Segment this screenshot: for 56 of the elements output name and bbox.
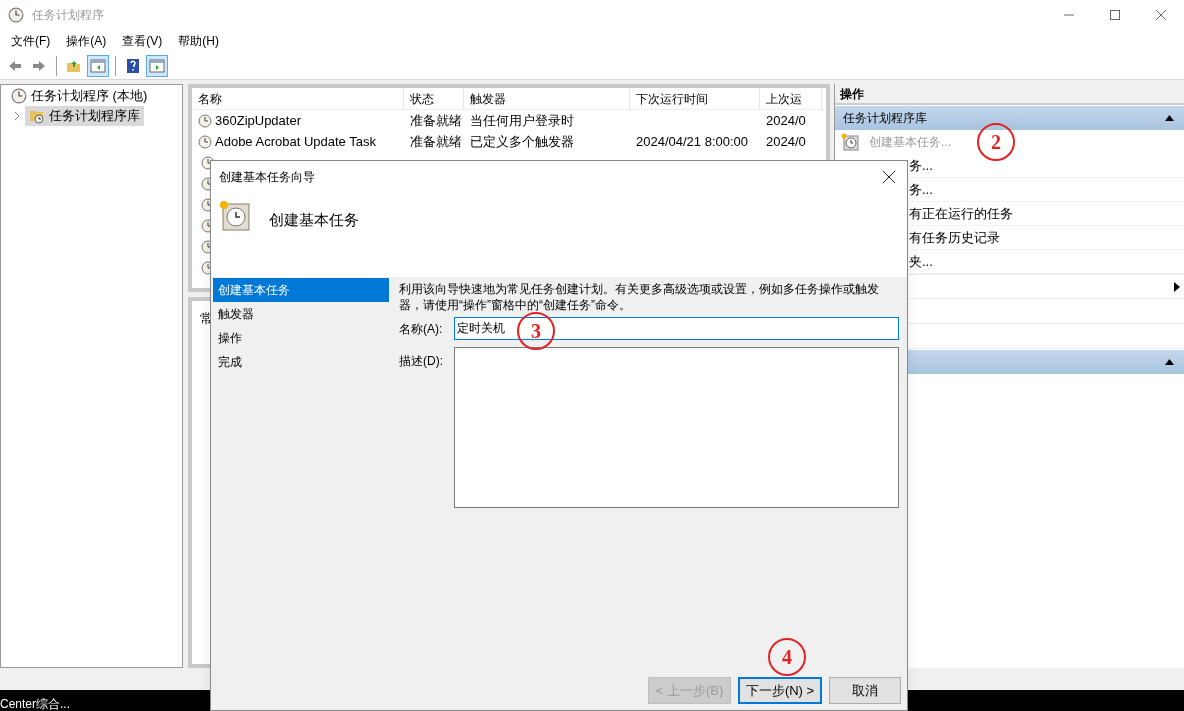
task-clock-icon: [198, 134, 212, 149]
task-wizard-icon: [219, 200, 251, 232]
column-header[interactable]: 名称: [192, 88, 404, 110]
table-cell-text: 准备就绪: [409, 111, 463, 130]
section-title: 任务计划程序库: [843, 110, 927, 127]
tree-item[interactable]: 任务计划程序 (本地): [7, 86, 152, 106]
close-icon: [883, 170, 895, 183]
menu-item[interactable]: 操作(A): [58, 32, 115, 50]
window-title: 任务计划程序: [32, 7, 104, 24]
table-cell-text: 准备就绪: [409, 132, 463, 151]
tree-label: 任务计划程序 (本地): [31, 87, 148, 106]
table-cell-text: 当任何用户登录时: [469, 111, 575, 130]
table-cell-text: 已定义多个触发器: [469, 132, 575, 151]
intro-text: 利用该向导快速地为常见任务创建计划。有关更多高级选项或设置，例如多任务操作或触发器，请使用“操作”窗格中的“创建任务”命令。: [399, 281, 880, 313]
name-label: 名称(A):: [399, 320, 444, 338]
wizard-step[interactable]: 完成: [213, 350, 389, 374]
wizard-step[interactable]: 操作: [213, 326, 389, 350]
table-cell-text: 2024/0: [765, 132, 807, 151]
tree-item[interactable]: 任务计划程序库: [25, 106, 144, 126]
clock-icon: [11, 88, 27, 104]
collapse-icon: [1165, 359, 1174, 365]
collapse-icon: [1165, 115, 1174, 121]
column-header[interactable]: 上次运: [760, 88, 822, 110]
table-cell: Adobe Acrobat Update Task: [192, 131, 404, 152]
table-cell: 360ZipUpdater: [192, 110, 404, 131]
section-header[interactable]: 任务计划程序库: [835, 106, 1184, 130]
actions-title: 操作: [835, 84, 1184, 105]
dialog-title: 创建基本任务向导: [219, 168, 315, 186]
submenu-arrow-icon[interactable]: [1174, 281, 1180, 292]
pane-icon: [149, 57, 165, 74]
wizard-step[interactable]: 触发器: [213, 302, 389, 326]
column-header[interactable]: 状态: [404, 88, 464, 110]
column-header[interactable]: 触发器: [464, 88, 630, 110]
dialog-heading: 创建基本任务: [269, 210, 359, 230]
task-clock-icon: [841, 133, 859, 151]
close-icon: [1156, 10, 1166, 20]
column-header[interactable]: 下次运行时间: [630, 88, 760, 110]
tree-label: 任务计划程序库: [49, 107, 140, 126]
app-clock-icon: [8, 7, 24, 23]
taskbar-label[interactable]: Center综合...: [0, 697, 71, 711]
chevron-icon[interactable]: [13, 111, 21, 121]
menu-item[interactable]: 文件(F): [3, 32, 59, 50]
wizard-step[interactable]: 创建基本任务: [213, 278, 389, 302]
description-label: 描述(D):: [399, 353, 444, 370]
pane-icon: [90, 57, 106, 74]
table-cell-text: 2024/0: [765, 111, 807, 130]
help-icon: [125, 57, 141, 74]
menu-item[interactable]: 查看(V): [114, 32, 171, 50]
table-cell-text: 2024/04/21 8:00:00: [635, 132, 750, 151]
menu-item[interactable]: 帮助(H): [170, 32, 227, 50]
wizard-button[interactable]: 下一步(N) >: [738, 677, 822, 704]
description-field[interactable]: [454, 347, 899, 508]
wizard-button[interactable]: 取消: [829, 677, 901, 704]
folder-clock-icon: [29, 108, 45, 124]
task-clock-icon: [198, 113, 212, 128]
maximize-icon: [1110, 10, 1120, 20]
